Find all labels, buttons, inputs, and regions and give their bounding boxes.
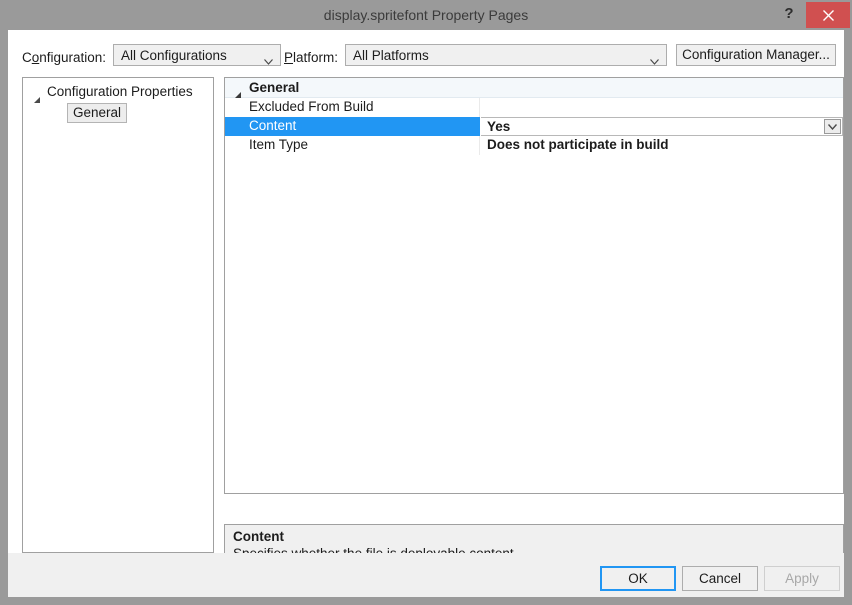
property-name: Content bbox=[225, 117, 480, 136]
property-name: Item Type bbox=[225, 136, 480, 155]
property-pages-dialog: display.spritefont Property Pages ? Conf… bbox=[0, 0, 852, 605]
property-value[interactable] bbox=[481, 98, 843, 117]
tree-item-configuration-properties[interactable]: Configuration Properties bbox=[47, 84, 193, 99]
configuration-combo-value: All Configurations bbox=[121, 48, 227, 63]
platform-label: Platform: bbox=[284, 50, 339, 65]
configuration-tree-pane: Configuration Properties General bbox=[22, 77, 214, 553]
close-icon bbox=[822, 10, 834, 21]
platform-combo-value: All Platforms bbox=[353, 48, 429, 63]
property-name: Excluded From Build bbox=[225, 98, 480, 117]
chevron-down-icon bbox=[650, 53, 659, 68]
table-row[interactable]: Item Type Does not participate in build bbox=[225, 136, 843, 155]
cancel-button[interactable]: Cancel bbox=[682, 566, 758, 591]
table-row[interactable]: Excluded From Build bbox=[225, 98, 843, 117]
ok-button[interactable]: OK bbox=[600, 566, 676, 591]
grid-category-general[interactable]: General bbox=[225, 78, 843, 98]
configuration-label: Configuration: bbox=[22, 50, 107, 65]
chevron-down-icon bbox=[264, 53, 273, 68]
grid-category-label: General bbox=[249, 80, 300, 95]
title-bar[interactable]: display.spritefont Property Pages ? bbox=[0, 0, 852, 30]
help-button[interactable]: ? bbox=[772, 0, 806, 30]
dialog-body: Configuration: All Configurations Platfo… bbox=[8, 30, 844, 591]
platform-combo[interactable]: All Platforms bbox=[345, 44, 667, 66]
property-value[interactable]: Does not participate in build bbox=[481, 136, 843, 155]
property-grid: General Excluded From Build Content Yes … bbox=[224, 77, 844, 494]
close-button[interactable] bbox=[806, 2, 850, 28]
chevron-down-icon bbox=[828, 124, 837, 130]
property-value-dropdown-button[interactable] bbox=[824, 119, 841, 134]
description-title: Content bbox=[233, 529, 284, 544]
tree-item-general[interactable]: General bbox=[67, 103, 128, 123]
property-value[interactable]: Yes bbox=[481, 117, 843, 136]
apply-button: Apply bbox=[764, 566, 840, 591]
configuration-combo[interactable]: All Configurations bbox=[113, 44, 281, 66]
tree-expander-icon[interactable] bbox=[33, 91, 41, 109]
window-title: display.spritefont Property Pages bbox=[323, 7, 529, 23]
configuration-manager-button[interactable]: Configuration Manager... bbox=[676, 44, 836, 66]
table-row[interactable]: Content Yes bbox=[225, 117, 843, 136]
